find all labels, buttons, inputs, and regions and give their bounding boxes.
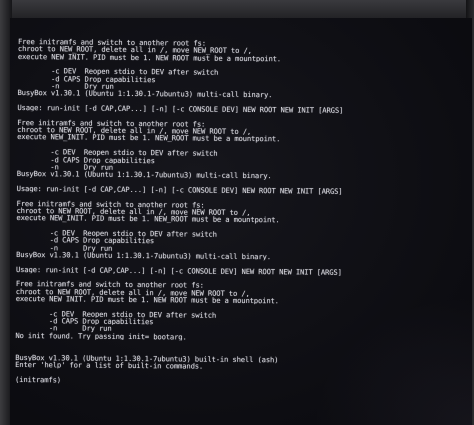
monitor-screen: Free initramfs and switch to another roo…	[10, 18, 472, 425]
console-output[interactable]: Free initramfs and switch to another roo…	[15, 38, 468, 387]
